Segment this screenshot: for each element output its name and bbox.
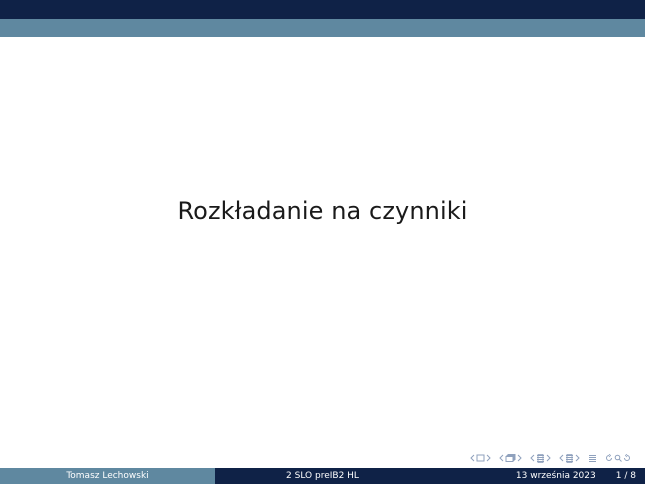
nav-group-frame	[499, 453, 522, 463]
subsection-icon[interactable]	[536, 453, 545, 463]
page-total: 8	[630, 471, 636, 481]
slide-icon[interactable]	[476, 454, 485, 462]
document-icon[interactable]	[588, 454, 597, 463]
frame-next-arrow-icon[interactable]	[517, 454, 522, 462]
footer-date: 13 września 2023	[515, 471, 596, 481]
footer-presentation-title: 2 SLO preIB2 HL	[215, 468, 430, 484]
nav-group-slide	[470, 454, 491, 462]
footer-bar: Tomasz Lechowski 2 SLO preIB2 HL 13 wrze…	[0, 468, 645, 484]
footer-author: Tomasz Lechowski	[0, 468, 215, 484]
search-back-icon[interactable]	[605, 454, 613, 462]
slide-prev-arrow-icon[interactable]	[470, 454, 475, 462]
page-current: 1	[615, 471, 622, 481]
section-prev-arrow-icon[interactable]	[559, 454, 564, 462]
slide-next-arrow-icon[interactable]	[486, 454, 491, 462]
search-forward-icon[interactable]	[623, 454, 631, 462]
nav-group-subsection	[530, 453, 551, 463]
subsection-next-arrow-icon[interactable]	[546, 454, 551, 462]
section-next-arrow-icon[interactable]	[575, 454, 580, 462]
nav-group-section	[559, 453, 580, 463]
frame-prev-arrow-icon[interactable]	[499, 454, 504, 462]
nav-group-document	[588, 454, 597, 463]
footer-page-number: 1 / 8	[616, 468, 636, 484]
nav-group-search	[605, 454, 631, 462]
beamer-navigation-bar	[470, 452, 631, 464]
frame-icon[interactable]	[505, 453, 516, 463]
search-icon[interactable]	[614, 454, 622, 462]
section-icon[interactable]	[565, 453, 574, 463]
subsection-prev-arrow-icon[interactable]	[530, 454, 535, 462]
page-separator: /	[624, 471, 628, 481]
footer-date-and-page: 13 września 2023 1 / 8	[430, 468, 645, 484]
slide-title: Rozkładanie na czynniki	[177, 197, 468, 225]
header-band-light	[0, 19, 645, 37]
header-band-dark	[0, 0, 645, 19]
